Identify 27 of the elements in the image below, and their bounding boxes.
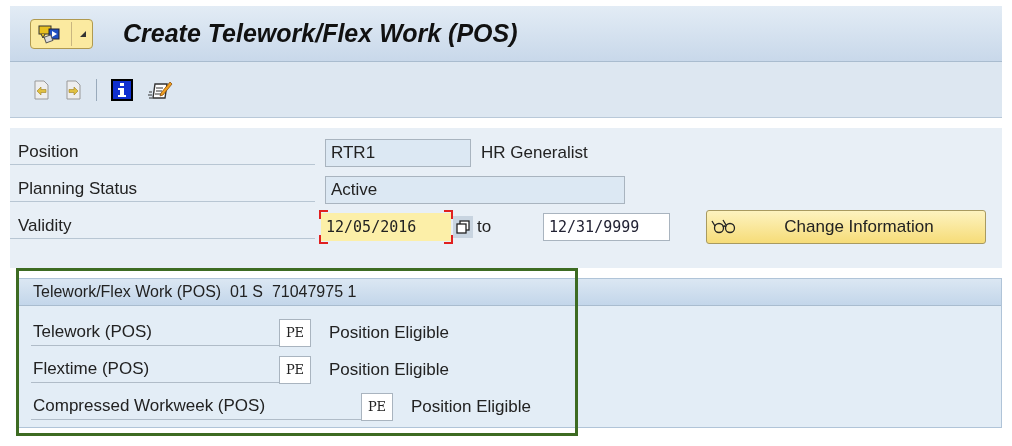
caret-icon [80,30,86,37]
position-description: HR Generalist [481,142,588,163]
window-title: Create Telework/Flex Work (POS) [123,19,518,48]
field-label: Telework (POS) [31,319,279,346]
code-field[interactable]: PE [361,392,393,421]
planning-status-field[interactable]: Active [325,175,625,204]
code-description: Position Eligible [329,322,449,343]
info-icon[interactable] [111,78,133,101]
menu-button[interactable] [30,18,93,49]
field-label: Validity [10,214,315,239]
group-title: Telework/Flex Work (POS) 01 S 71047975 1 [19,279,1001,306]
change-information-button[interactable]: Change Information [706,209,986,244]
menu-icon [37,23,63,44]
position-field[interactable]: RTR1 [325,138,471,167]
date-field[interactable]: 12/05/2016 [321,212,451,241]
code-field[interactable]: PE [279,318,311,347]
calendar-button[interactable] [453,215,473,238]
to-label: to [477,216,493,237]
field-label: Compressed Workweek (POS) [31,393,361,420]
field-label: Position [10,140,315,165]
field-label: Flextime (POS) [31,356,279,383]
date-field[interactable]: 12/31/9999 [543,212,670,241]
code-description: Position Eligible [411,396,531,417]
code-description: Position Eligible [329,359,449,380]
code-field[interactable]: PE [279,355,311,384]
glasses-icon [711,218,737,235]
field-label: Planning Status [10,177,315,202]
